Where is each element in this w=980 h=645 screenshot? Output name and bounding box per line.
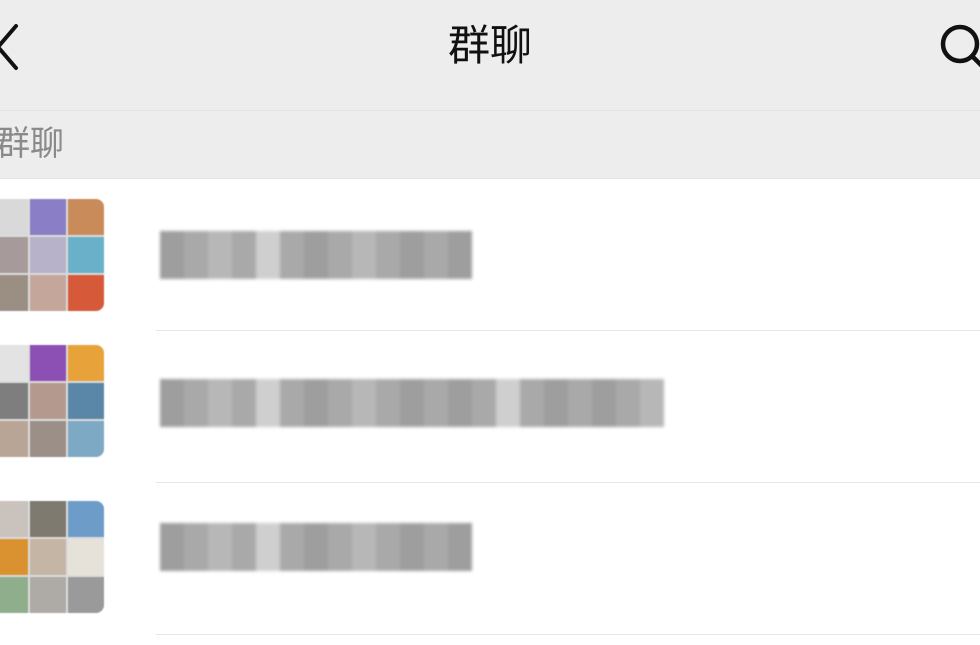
- search-icon[interactable]: [938, 22, 980, 70]
- group-list-item[interactable]: [0, 331, 980, 483]
- page-title: 群聊: [447, 21, 532, 70]
- group-avatar: [0, 199, 104, 311]
- group-name-pixelated: [160, 231, 472, 279]
- group-name-pixelated: [160, 523, 472, 571]
- group-avatar: [0, 345, 104, 457]
- group-avatar: [0, 501, 104, 613]
- row-divider: [156, 634, 980, 635]
- group-list-item[interactable]: [0, 483, 980, 635]
- section-label: 群聊: [0, 124, 64, 164]
- section-header: 群聊: [0, 111, 980, 179]
- group-list-item[interactable]: [0, 179, 980, 331]
- group-name-pixelated: [160, 379, 664, 427]
- nav-header: 群聊: [0, 0, 980, 111]
